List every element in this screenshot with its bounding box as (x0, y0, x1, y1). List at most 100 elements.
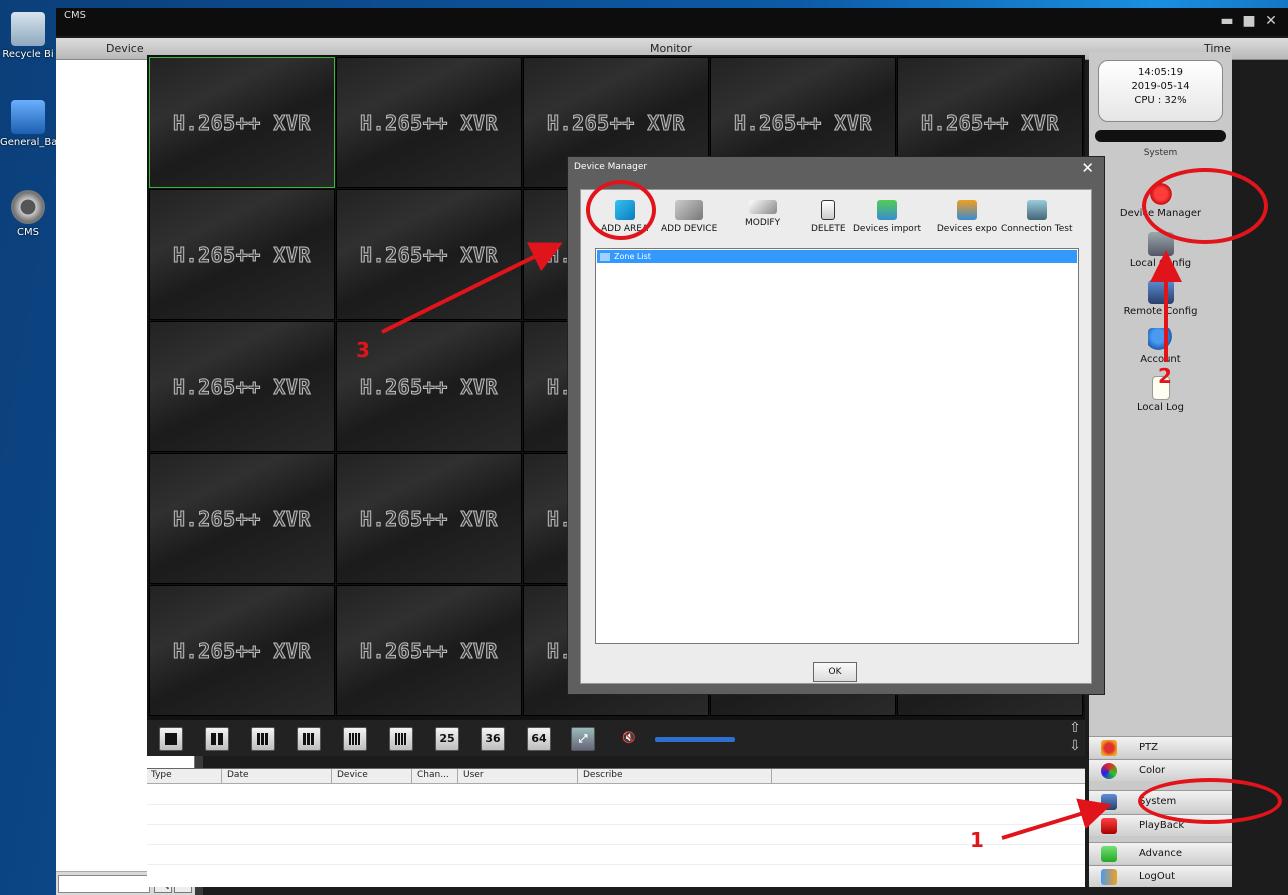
ok-button[interactable]: OK (813, 662, 857, 682)
layout-36-button[interactable]: 36 (481, 727, 505, 751)
channel-watermark: H.265++ XVR (173, 110, 311, 135)
table-row (147, 844, 1085, 845)
users-icon (1147, 328, 1174, 352)
desktop-icon-label: General_Ba (0, 137, 58, 148)
layout-1-button[interactable] (159, 727, 183, 751)
title-bar[interactable]: CMS ▬ ■ ✕ (56, 8, 1288, 36)
zone-list-tree[interactable]: Zone List (595, 248, 1079, 644)
channel-watermark: H.265++ XVR (360, 110, 498, 135)
account-item[interactable]: Account (1089, 328, 1232, 365)
table-row (147, 864, 1085, 865)
column-divider (577, 769, 578, 784)
nav-advance-button[interactable]: Advance (1089, 842, 1232, 864)
color-wheel-icon (1101, 763, 1117, 779)
close-button[interactable]: ✕ (1260, 12, 1282, 30)
desktop-icon-cms[interactable]: CMS (0, 190, 56, 238)
layout-20-button[interactable] (389, 727, 413, 751)
channel-watermark: H.265++ XVR (173, 374, 311, 399)
zone-list-root[interactable]: Zone List (597, 250, 1077, 263)
dialog-title-bar[interactable]: Device Manager ✕ (568, 157, 1104, 179)
column-type: Type (151, 770, 172, 780)
video-channel-cell[interactable]: H.265++ XVR (336, 57, 522, 188)
maximize-button[interactable]: ■ (1238, 12, 1260, 30)
add-device-icon (675, 200, 704, 220)
column-divider (331, 769, 332, 784)
video-channel-cell[interactable]: H.265++ XVR (149, 453, 335, 584)
video-channel-cell[interactable]: H.265++ XVR (149, 585, 335, 716)
layout-64-button[interactable]: 64 (527, 727, 551, 751)
channel-watermark: H.265++ XVR (360, 242, 498, 267)
clock-date: 2019-05-14 (1131, 81, 1190, 92)
log-table[interactable]: Type Date Device Chan... User Describe (147, 768, 1085, 887)
mute-button[interactable]: 🔇 (617, 727, 641, 751)
annotation-circle-system (1138, 778, 1282, 824)
channel-watermark: H.265++ XVR (734, 110, 872, 135)
remote-config-icon (1147, 280, 1174, 304)
channel-watermark: H.265++ XVR (173, 506, 311, 531)
volume-slider[interactable] (655, 737, 735, 742)
channel-watermark: H.265++ XVR (360, 638, 498, 663)
desktop-icon-recycle-bin[interactable]: Recycle Bi (0, 12, 56, 60)
log-table-header: Type Date Device Chan... User Describe (147, 769, 1085, 784)
channel-watermark: H.265++ XVR (173, 242, 311, 267)
dialog-body: ADD AREA ADD DEVICE MODIFY DELETE Device… (580, 189, 1092, 684)
import-icon (877, 200, 898, 220)
channel-watermark: H.265++ XVR (921, 110, 1059, 135)
recycle-bin-icon (11, 12, 45, 46)
device-search-input[interactable] (58, 875, 150, 893)
system-icon (1101, 794, 1117, 810)
delete-button[interactable]: DELETE (811, 200, 846, 234)
column-describe: Describe (583, 770, 623, 780)
nav-logout-button[interactable]: LogOut (1089, 865, 1232, 887)
device-manager-dialog: Device Manager ✕ ADD AREA ADD DEVICE MOD… (567, 156, 1105, 695)
speaker-muted-icon: 🔇 (622, 731, 636, 744)
trash-icon (821, 200, 836, 220)
connection-test-button[interactable]: Connection Test (1001, 200, 1073, 234)
column-divider (221, 769, 222, 784)
status-bar (1095, 130, 1226, 142)
column-divider (771, 769, 772, 784)
video-channel-cell[interactable]: H.265++ XVR (336, 453, 522, 584)
scroll-up-arrow-icon[interactable]: ⇧ (1067, 720, 1083, 736)
nav-ptz-button[interactable]: PTZ (1089, 736, 1232, 758)
video-channel-cell[interactable]: H.265++ XVR (149, 57, 335, 188)
add-device-button[interactable]: ADD DEVICE (661, 200, 717, 234)
column-divider (457, 769, 458, 784)
layout-16-button[interactable] (343, 727, 367, 751)
desktop-icon-label: CMS (17, 227, 39, 238)
layout-9-button[interactable] (297, 727, 321, 751)
desktop-icon-label: Recycle Bi (2, 49, 54, 60)
minimize-button[interactable]: ▬ (1216, 12, 1238, 30)
channel-watermark: H.265++ XVR (547, 110, 685, 135)
computer-disk-icon (11, 100, 45, 134)
layout-4-button[interactable] (205, 727, 229, 751)
video-channel-cell[interactable]: H.265++ XVR (336, 189, 522, 320)
video-channel-cell[interactable]: H.265++ XVR (336, 585, 522, 716)
clock-panel: 14:05:19 2019-05-14 CPU : 32% (1098, 60, 1223, 122)
video-channel-cell[interactable]: H.265++ XVR (149, 189, 335, 320)
devices-import-button[interactable]: Devices import (853, 200, 921, 234)
logout-users-icon (1101, 869, 1117, 885)
layout-6-button[interactable] (251, 727, 275, 751)
fullscreen-button[interactable]: ⤢ (571, 727, 595, 751)
video-channel-cell[interactable]: H.265++ XVR (149, 321, 335, 452)
layout-25-button[interactable]: 25 (435, 727, 459, 751)
scroll-down-arrow-icon[interactable]: ⇩ (1067, 738, 1083, 754)
dialog-title: Device Manager (574, 162, 648, 172)
export-icon (957, 200, 977, 220)
desktop-icon-general[interactable]: General_Ba (0, 100, 58, 148)
table-row (147, 824, 1085, 825)
playback-icon (1101, 818, 1117, 834)
modify-button[interactable]: MODIFY (745, 200, 780, 228)
devices-export-button[interactable]: Devices expo (935, 200, 999, 234)
dialog-close-button[interactable]: ✕ (1081, 159, 1094, 177)
remote-config-item[interactable]: Remote Config (1089, 280, 1232, 317)
device-header: Device (106, 42, 144, 55)
column-device: Device (337, 770, 368, 780)
annotation-step-2: 2 (1158, 364, 1172, 388)
channel-watermark: H.265++ XVR (173, 638, 311, 663)
channel-watermark: H.265++ XVR (360, 506, 498, 531)
eraser-icon (748, 200, 777, 214)
column-user: User (463, 770, 484, 780)
layout-toolbar: 25 36 64 ⤢ 🔇 ⇧ ⇩ (147, 720, 1085, 756)
